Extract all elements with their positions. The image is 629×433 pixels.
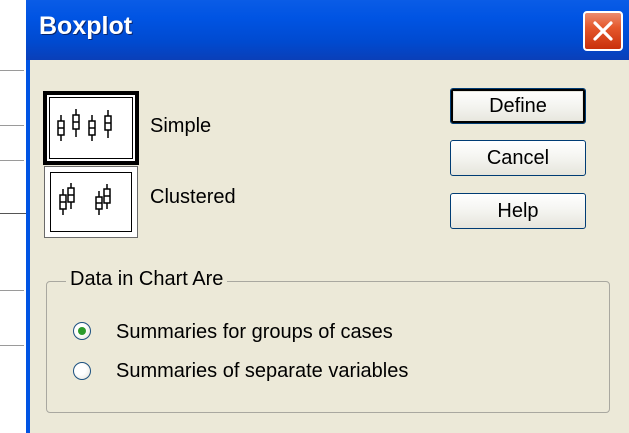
separate-variables-radio[interactable] [73, 362, 91, 380]
help-button[interactable]: Help [450, 193, 586, 229]
dialog-border [26, 60, 30, 433]
simple-boxplot-icon [57, 109, 112, 141]
separate-variables-label[interactable]: Summaries of separate variables [116, 360, 408, 383]
dialog-title: Boxplot [39, 12, 133, 40]
simple-label: Simple [150, 115, 212, 137]
data-in-chart-groupbox [46, 281, 610, 413]
background-gridline [0, 160, 24, 161]
background-gridline [0, 290, 24, 291]
simple-chart-option[interactable] [43, 91, 139, 165]
background-window [0, 0, 30, 433]
groupbox-legend: Data in Chart Are [66, 268, 228, 291]
cancel-button[interactable]: Cancel [450, 140, 586, 176]
background-gridline [0, 125, 24, 126]
clustered-chart-option[interactable] [44, 166, 138, 238]
close-button[interactable] [583, 11, 623, 51]
clustered-label: Clustered [150, 186, 236, 208]
background-gridline [0, 345, 24, 346]
groups-of-cases-label[interactable]: Summaries for groups of cases [116, 321, 393, 344]
define-button[interactable]: Define [450, 88, 586, 124]
background-gridline [0, 70, 24, 71]
close-icon [593, 21, 613, 41]
title-bar[interactable]: Boxplot [26, 0, 629, 60]
groups-of-cases-radio[interactable] [73, 322, 91, 340]
boxplot-dialog: Boxplot Simple Clustered Define Cancel H… [26, 0, 629, 433]
clustered-boxplot-icon [59, 183, 111, 215]
